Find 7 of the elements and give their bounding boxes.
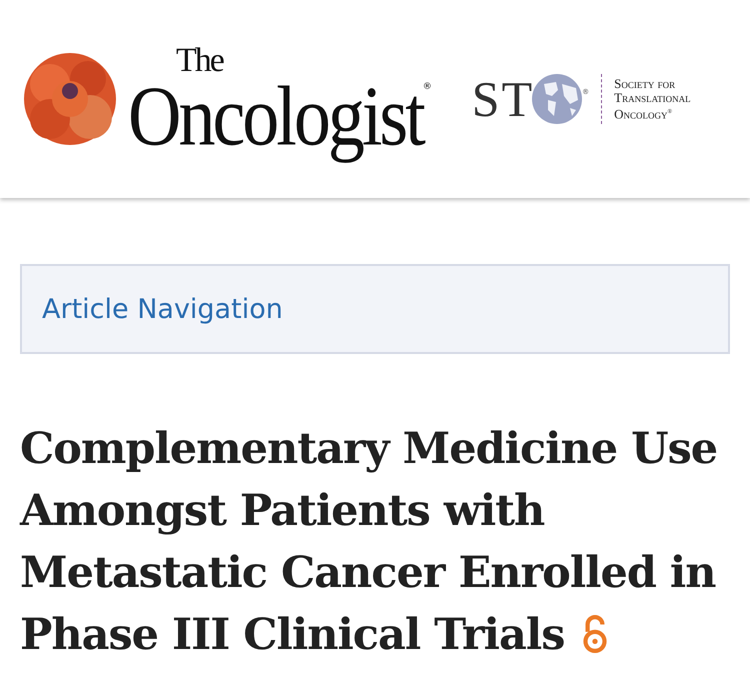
logo-text: ST <box>472 70 534 128</box>
article-title: Complementary Medicine Use Amongst Patients with Metastatic Cancer Enrolled in Phase III Clinical Trials <box>20 424 718 660</box>
trademark-mark: ® <box>422 82 432 92</box>
logo-text: Society for Translational Oncology$^{®}$ <box>614 76 692 122</box>
article-navigation[interactable]: Article Navigation <box>20 264 730 354</box>
globe-icon <box>532 74 582 124</box>
logo-text: The <box>176 44 223 78</box>
